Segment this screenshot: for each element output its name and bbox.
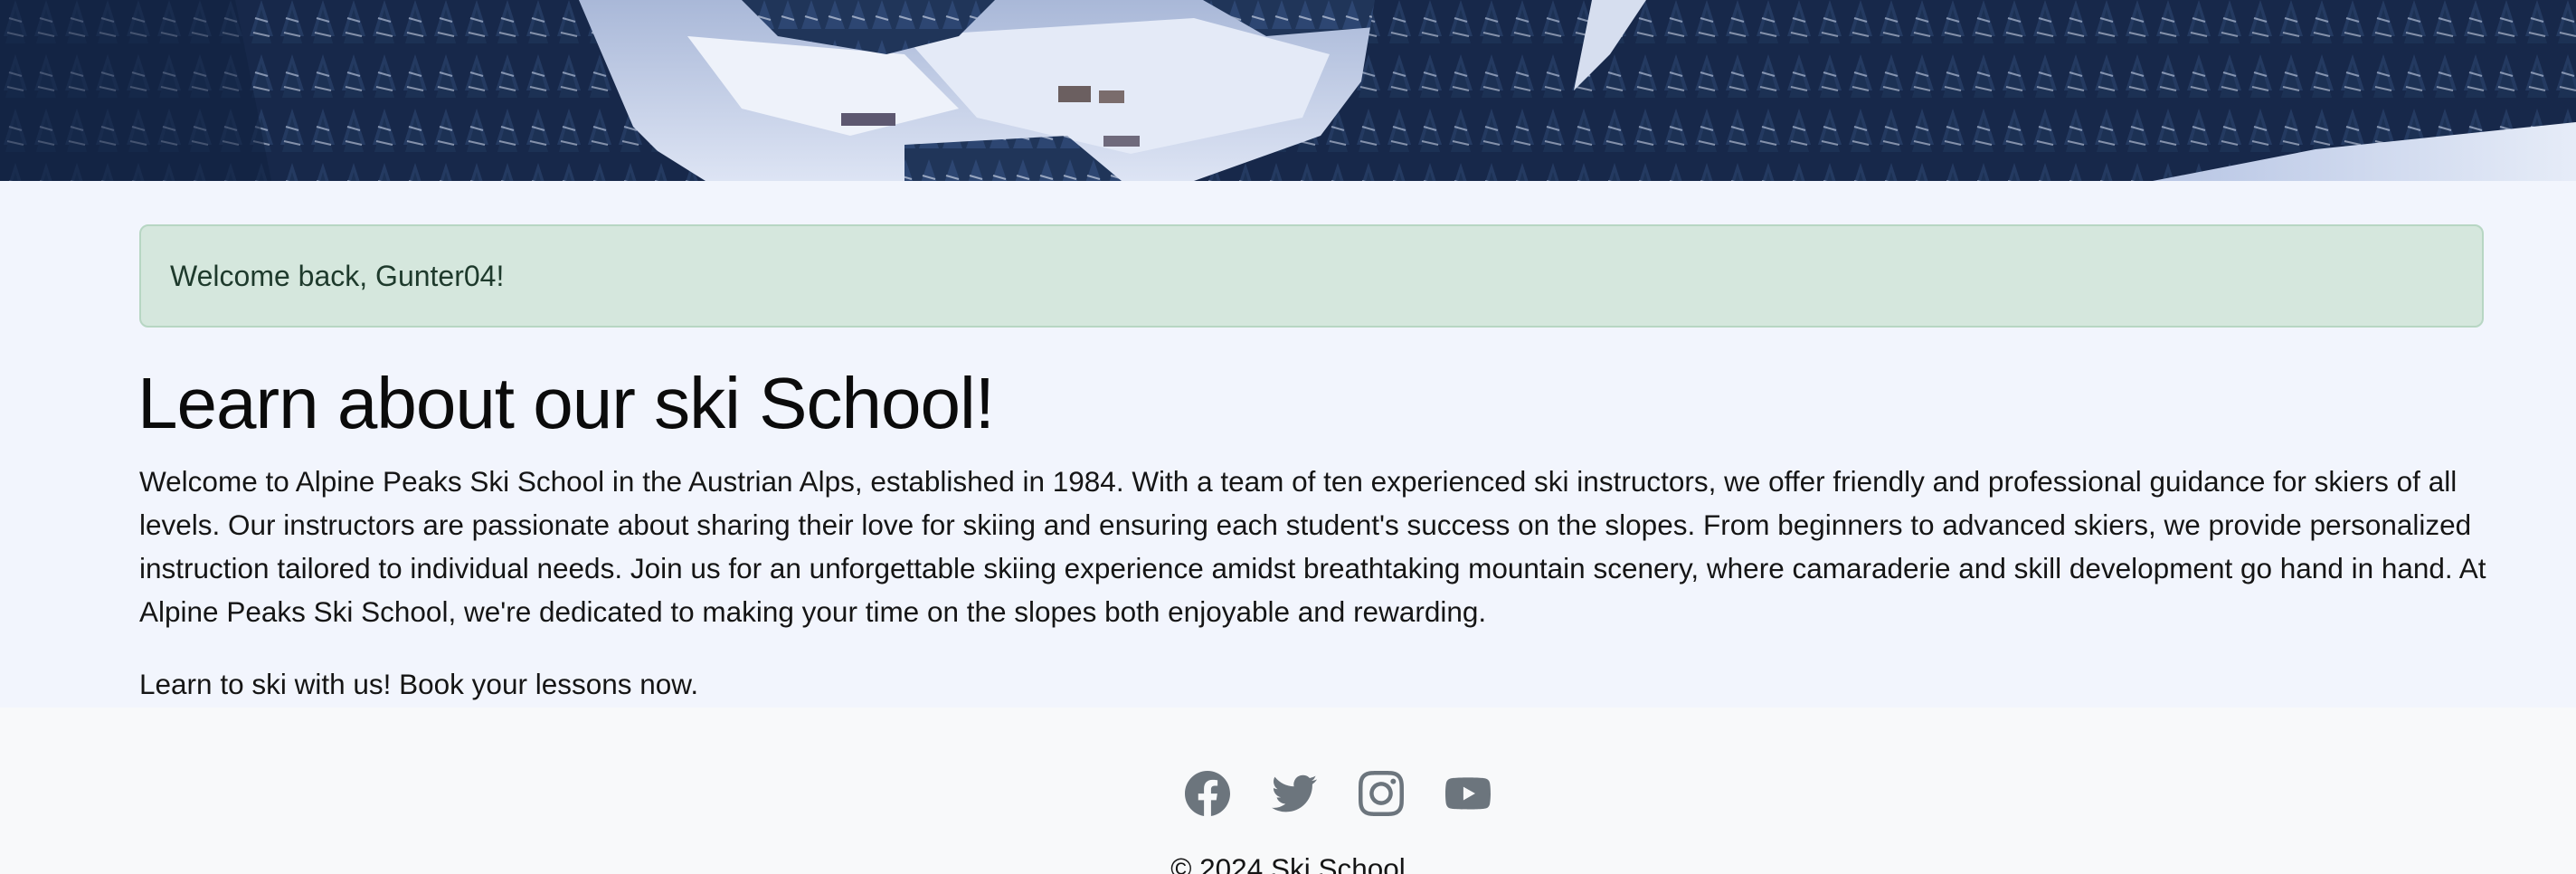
footer: © 2024 Ski School: [0, 708, 2576, 874]
instagram-icon: [1359, 771, 1404, 816]
welcome-alert-text: Welcome back, Gunter04!: [170, 259, 505, 292]
page-title: Learn about our ski School!: [137, 363, 995, 443]
youtube-icon: [1445, 777, 1491, 810]
hero-banner-image: [0, 0, 2576, 181]
main-content: Welcome back, Gunter04! Learn about our …: [0, 181, 2576, 708]
facebook-link[interactable]: [1185, 771, 1230, 816]
youtube-link[interactable]: [1445, 771, 1491, 816]
twitter-link[interactable]: [1272, 771, 1317, 816]
welcome-alert: Welcome back, Gunter04!: [139, 224, 2484, 328]
intro-paragraph: Welcome to Alpine Peaks Ski School in th…: [139, 465, 2486, 628]
copyright-text: © 2024 Ski School: [1170, 852, 1406, 874]
social-links: [1185, 771, 1491, 816]
facebook-icon: [1185, 771, 1230, 816]
twitter-icon: [1272, 774, 1317, 812]
instagram-link[interactable]: [1359, 771, 1404, 816]
booking-cta-text: Learn to ski with us! Book your lessons …: [139, 668, 699, 700]
